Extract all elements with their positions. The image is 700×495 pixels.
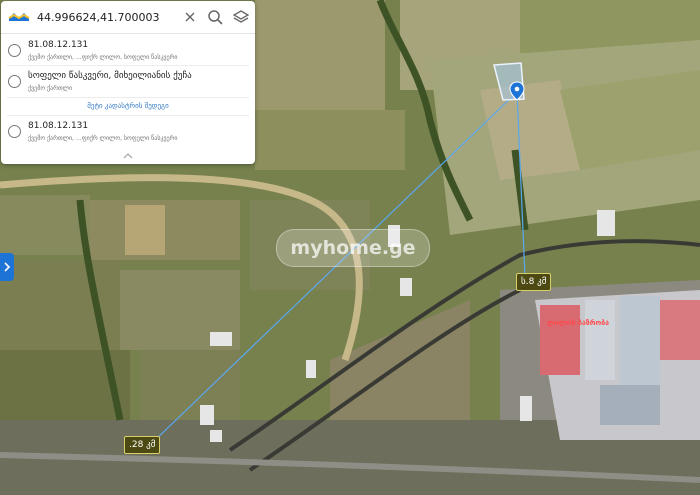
result-title: სოფელი წასკვერი, მიხეილიანის ქუჩა xyxy=(28,71,192,81)
radio-button[interactable] xyxy=(8,44,21,57)
georgian-flag-logo xyxy=(8,13,30,21)
layers-icon[interactable] xyxy=(232,8,250,26)
close-icon[interactable] xyxy=(181,8,199,26)
market-label: ლილოს ბაზრობა xyxy=(547,319,610,327)
search-result-item[interactable]: 81.08.12.131 ქვემო ქართლი, ...ფიქრ ლილო,… xyxy=(1,118,255,146)
chevron-up-icon[interactable] xyxy=(119,147,137,159)
result-title: 81.08.12.131 xyxy=(28,121,89,131)
search-icon[interactable] xyxy=(206,8,224,26)
divider xyxy=(7,115,249,116)
search-result-item[interactable]: სოფელი წასკვერი, მიხეილიანის ქუჩა ქვემო … xyxy=(1,68,255,96)
divider xyxy=(7,65,249,66)
result-subtitle: ქვემო ქართლი, ...ფიქრ ლილო, სოფელი წასკვ… xyxy=(28,54,178,61)
divider xyxy=(7,97,249,98)
watermark: myhome.ge xyxy=(276,229,430,267)
search-bar xyxy=(1,1,255,34)
search-input[interactable] xyxy=(37,8,175,26)
distance-label: ს.8 კმ xyxy=(516,273,552,291)
result-subtitle: ქვემო ქართლი xyxy=(28,85,73,92)
market-roofs xyxy=(535,290,700,440)
distance-label: .28 კმ xyxy=(124,436,161,454)
result-subtitle: ქვემო ქართლი, ...ფიქრ ლილო, სოფელი წასკვ… xyxy=(28,135,178,142)
more-results-link[interactable]: მეტი კადასტრის შედეგი xyxy=(1,99,255,114)
chevron-right-icon xyxy=(4,262,11,272)
side-panel-toggle[interactable] xyxy=(0,253,14,281)
radio-button[interactable] xyxy=(8,75,21,88)
result-title: 81.08.12.131 xyxy=(28,40,89,50)
radio-button[interactable] xyxy=(8,125,21,138)
search-panel: 81.08.12.131 ქვემო ქართლი, ...ფიქრ ლილო,… xyxy=(1,1,255,164)
search-result-item[interactable]: 81.08.12.131 ქვემო ქართლი, ...ფიქრ ლილო,… xyxy=(1,37,255,65)
